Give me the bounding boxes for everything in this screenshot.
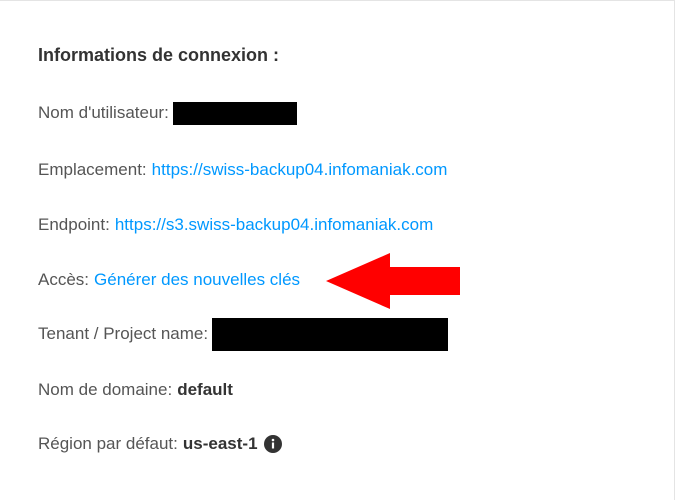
endpoint-link[interactable]: https://s3.swiss-backup04.infomaniak.com — [115, 215, 433, 235]
tenant-label: Tenant / Project name: — [38, 324, 209, 343]
generate-keys-link[interactable]: Générer des nouvelles clés — [94, 270, 300, 290]
location-label: Emplacement: — [38, 160, 147, 179]
access-label: Accès: — [38, 270, 90, 289]
section-title: Informations de connexion : — [38, 45, 280, 65]
endpoint-row: Endpoint: https://s3.swiss-backup04.info… — [38, 212, 433, 238]
access-row: Accès: Générer des nouvelles clés — [38, 267, 300, 293]
endpoint-label: Endpoint: — [38, 215, 110, 234]
domain-row: Nom de domaine: default — [38, 377, 233, 403]
connection-info-card: Informations de connexion : Nom d'utilis… — [0, 0, 675, 500]
domain-value: default — [177, 380, 233, 399]
username-label: Nom d'utilisateur: — [38, 103, 169, 122]
location-link[interactable]: https://swiss-backup04.infomaniak.com — [152, 160, 448, 180]
username-row: Nom d'utilisateur: — [38, 100, 297, 126]
domain-label: Nom de domaine: — [38, 380, 173, 399]
region-label: Région par défaut: — [38, 434, 178, 453]
location-row: Emplacement: https://swiss-backup04.info… — [38, 157, 447, 183]
region-row: Région par défaut: us-east-1 — [38, 431, 282, 457]
region-value: us-east-1 — [182, 434, 258, 453]
username-redacted — [172, 101, 297, 125]
red-arrow-left-icon — [326, 253, 460, 309]
tenant-redacted — [212, 317, 449, 351]
tenant-row: Tenant / Project name: — [38, 317, 449, 351]
info-circle-icon[interactable] — [263, 435, 282, 453]
